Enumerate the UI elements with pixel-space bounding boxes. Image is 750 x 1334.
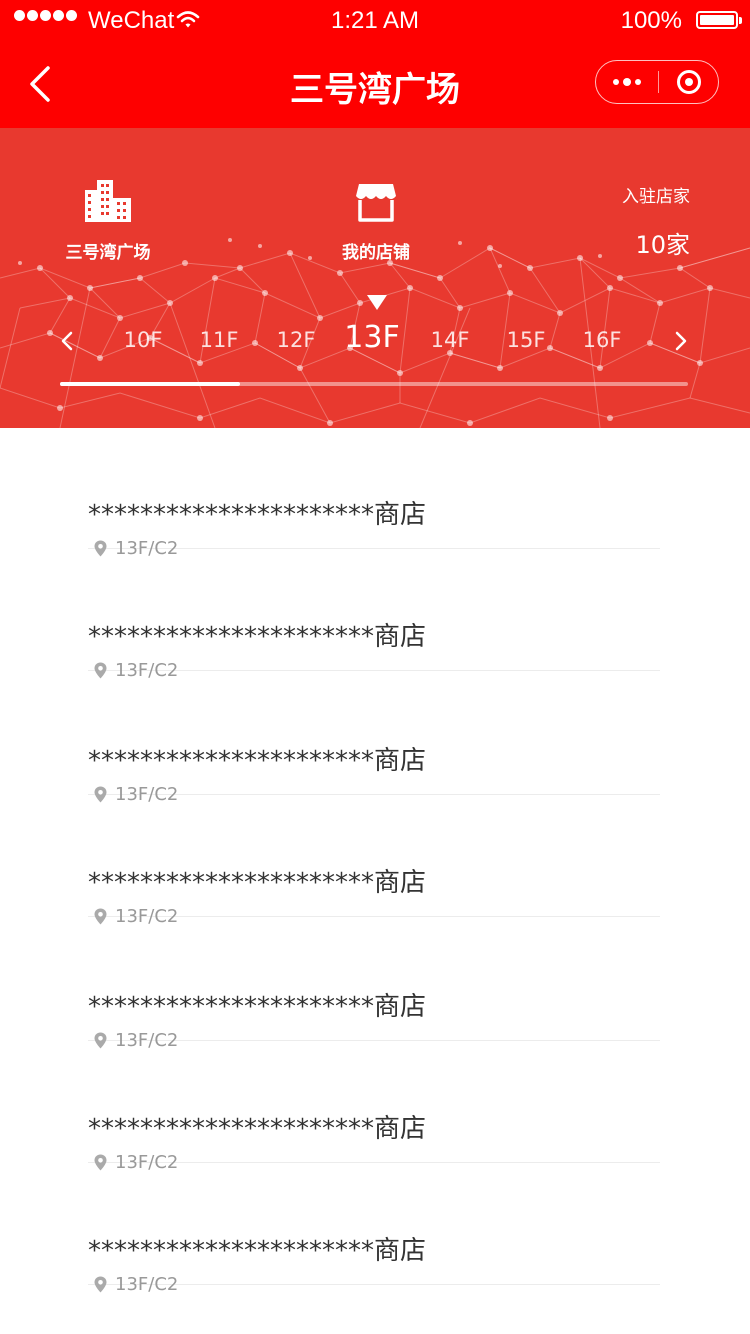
floor-tab-15f[interactable]: 15F <box>496 328 556 352</box>
status-bar: WeChat 1:21 AM 100% <box>0 0 750 40</box>
floor-prev-button[interactable] <box>54 327 82 355</box>
shop-location-text: 13F/C2 <box>115 1274 179 1295</box>
floor-tab-11f[interactable]: 11F <box>189 328 249 352</box>
shop-name: **********************商店 <box>88 746 427 776</box>
shop-list-item[interactable]: **********************商店 13F/C2 <box>88 674 660 805</box>
mall-entry-label: 三号湾广场 <box>65 243 151 263</box>
store-count-label: 入驻店家 <box>622 187 690 207</box>
location-pin-icon <box>94 1276 107 1293</box>
floor-tab-14f[interactable]: 14F <box>420 328 480 352</box>
chevron-right-icon <box>675 331 687 351</box>
my-shop-label: 我的店铺 <box>342 243 410 263</box>
battery-percentage: 100% <box>620 7 682 34</box>
shop-icon <box>356 184 396 222</box>
close-miniprogram-button[interactable] <box>659 61 719 103</box>
floor-selector: 10F 11F 12F 13F 14F 15F 16F <box>0 320 750 362</box>
shop-name: **********************商店 <box>88 992 427 1022</box>
chevron-left-icon <box>61 331 73 351</box>
floor-scroll-thumb[interactable] <box>60 382 240 386</box>
mall-header: 三号湾广场 我的店铺 入驻店家 10家 10F 11F 12F 13F 14F … <box>0 128 750 428</box>
shop-name: **********************商店 <box>88 622 427 652</box>
mall-entry[interactable]: 三号湾广场 <box>58 178 158 263</box>
store-count-panel: 入驻店家 10家 <box>622 182 690 260</box>
more-button[interactable] <box>596 61 658 103</box>
floor-tab-10f[interactable]: 10F <box>113 328 173 352</box>
my-shop-entry[interactable]: 我的店铺 <box>326 180 426 263</box>
shop-name: **********************商店 <box>88 1114 427 1144</box>
shop-name: **********************商店 <box>88 500 427 530</box>
floor-next-button[interactable] <box>666 327 694 355</box>
store-count-value: 10家 <box>635 231 690 259</box>
floor-tab-13f-active[interactable]: 13F <box>332 320 412 355</box>
shop-list-item[interactable]: **********************商店 13F/C2 <box>88 920 660 1051</box>
floor-tab-16f[interactable]: 16F <box>572 328 632 352</box>
floor-tab-12f[interactable]: 12F <box>266 328 326 352</box>
shop-location: 13F/C2 <box>94 1274 178 1295</box>
miniprogram-capsule <box>595 60 719 104</box>
shop-list-item[interactable]: **********************商店 13F/C2 <box>88 796 660 927</box>
shop-list-item[interactable]: **********************商店 13F/C2 <box>88 428 660 559</box>
target-icon <box>677 70 701 94</box>
shop-name: **********************商店 <box>88 868 427 898</box>
navigation-bar: 三号湾广场 <box>0 40 750 128</box>
building-icon <box>85 180 131 222</box>
shop-list-item[interactable]: **********************商店 13F/C2 <box>88 1042 660 1173</box>
shop-list-item[interactable]: **********************商店 13F/C2 <box>88 550 660 681</box>
battery-icon <box>696 11 742 29</box>
shop-list-item[interactable]: **********************商店 13F/C2 <box>88 1164 660 1295</box>
floor-scroll-track[interactable] <box>60 382 688 386</box>
active-floor-pointer-icon <box>367 295 387 310</box>
more-dots-icon <box>613 79 619 85</box>
shop-name: **********************商店 <box>88 1236 427 1266</box>
